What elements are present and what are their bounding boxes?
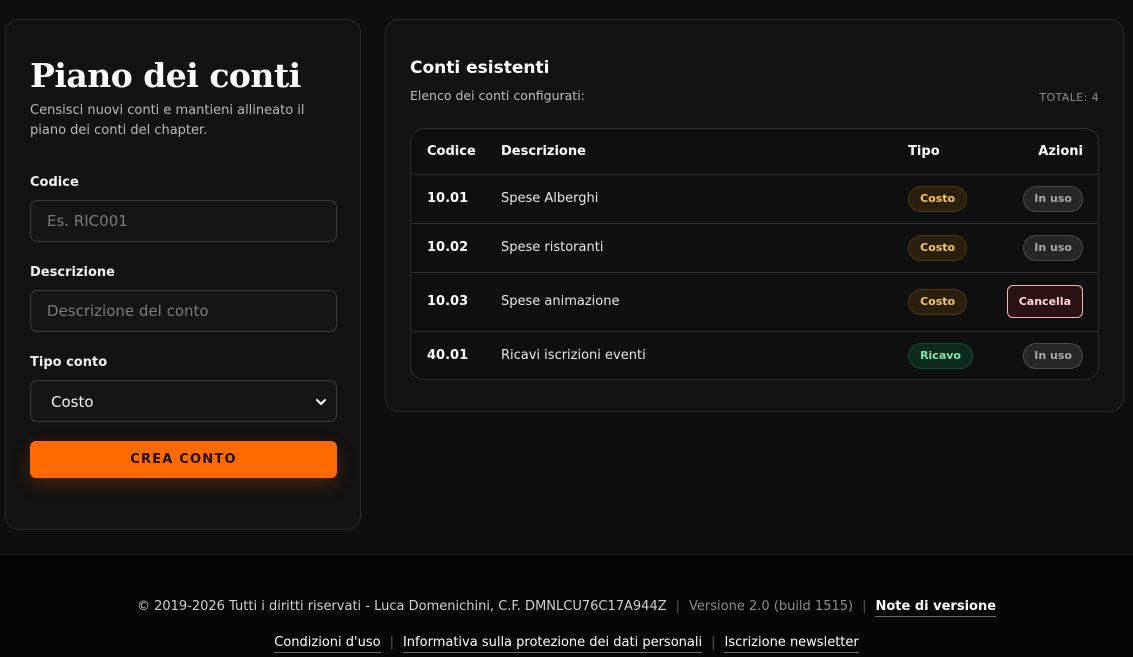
terms-link[interactable]: Condizioni d'uso xyxy=(274,635,381,653)
footer: © 2019-2026 Tutti i diritti riservati - … xyxy=(0,554,1133,657)
newsletter-link[interactable]: Iscrizione newsletter xyxy=(724,635,859,653)
account-description: Spese animazione xyxy=(500,272,909,332)
accounts-title: Conti esistenti xyxy=(410,58,550,78)
account-type-value: Costo xyxy=(51,393,94,411)
column-header-code: Codice xyxy=(411,129,501,175)
footer-info-line: © 2019-2026 Tutti i diritti riservati - … xyxy=(0,599,1133,617)
account-code: 10.01 xyxy=(411,174,501,224)
page-subtitle: Censisci nuovi conti e mantieni allineat… xyxy=(30,103,305,138)
account-description: Spese ristoranti xyxy=(500,223,909,273)
account-code: 10.03 xyxy=(411,272,501,332)
in-use-button[interactable]: In uso xyxy=(1023,234,1083,261)
total-count: TOTALE: 4 xyxy=(1039,91,1099,104)
account-type-label: Tipo conto xyxy=(30,355,108,370)
type-badge-cost: Costo xyxy=(908,185,968,212)
delete-button[interactable]: Cancella xyxy=(1006,285,1083,318)
footer-links-line: Condizioni d'uso | Informativa sulla prote… xyxy=(0,635,1133,653)
description-label: Descrizione xyxy=(30,265,115,280)
type-badge-cost: Costo xyxy=(908,288,968,315)
copyright-text: © 2019-2026 Tutti i diritti riservati - … xyxy=(136,599,667,614)
chevron-down-icon xyxy=(316,399,326,405)
column-header-type: Tipo xyxy=(908,129,1007,175)
create-account-panel: Piano dei conti Censisci nuovi conti e m… xyxy=(5,19,361,530)
table-row: 10.03 Spese animazione Costo Cancella xyxy=(411,272,1098,332)
privacy-link[interactable]: Informativa sulla protezione dei dati pe… xyxy=(402,635,703,653)
page-title: Piano dei conti xyxy=(30,56,301,95)
version-text: Versione 2.0 (build 1515) xyxy=(689,599,854,614)
account-description: Spese Alberghi xyxy=(500,174,909,224)
footer-separator: | xyxy=(675,599,681,614)
account-type-select[interactable]: Costo xyxy=(30,380,337,422)
column-header-actions: Azioni xyxy=(1006,129,1098,175)
accounts-subtitle: Elenco dei conti configurati: xyxy=(410,88,585,103)
footer-separator: | xyxy=(389,635,394,650)
table-row: 10.01 Spese Alberghi Costo In uso xyxy=(411,174,1098,224)
footer-separator: | xyxy=(862,599,867,614)
create-account-button[interactable]: CREA CONTO xyxy=(30,441,337,478)
accounts-panel: Conti esistenti Elenco dei conti configu… xyxy=(385,19,1124,412)
account-code: 40.01 xyxy=(427,348,469,364)
column-header-description: Descrizione xyxy=(500,129,909,175)
in-use-button[interactable]: In uso xyxy=(1023,185,1083,212)
table-row: 10.02 Spese ristoranti Costo In uso xyxy=(411,223,1098,273)
code-label: Codice xyxy=(30,175,79,190)
table-row: 40.01 Ricavi iscrizioni eventi Ricavo In… xyxy=(411,331,1098,379)
account-description: Ricavi iscrizioni eventi xyxy=(500,348,646,364)
account-code: 10.02 xyxy=(411,223,501,273)
code-input[interactable] xyxy=(30,200,337,242)
type-badge-revenue: Ricavo xyxy=(908,342,973,369)
in-use-button[interactable]: In uso xyxy=(1023,342,1083,369)
accounts-table: Codice Descrizione Tipo Azioni 10.01 Spe… xyxy=(410,128,1099,380)
footer-separator: | xyxy=(711,635,716,650)
type-badge-cost: Costo xyxy=(908,234,968,261)
release-notes-link[interactable]: Note di versione xyxy=(875,599,997,617)
description-input[interactable] xyxy=(30,290,337,332)
table-header-row: Codice Descrizione Tipo Azioni xyxy=(411,129,1098,175)
